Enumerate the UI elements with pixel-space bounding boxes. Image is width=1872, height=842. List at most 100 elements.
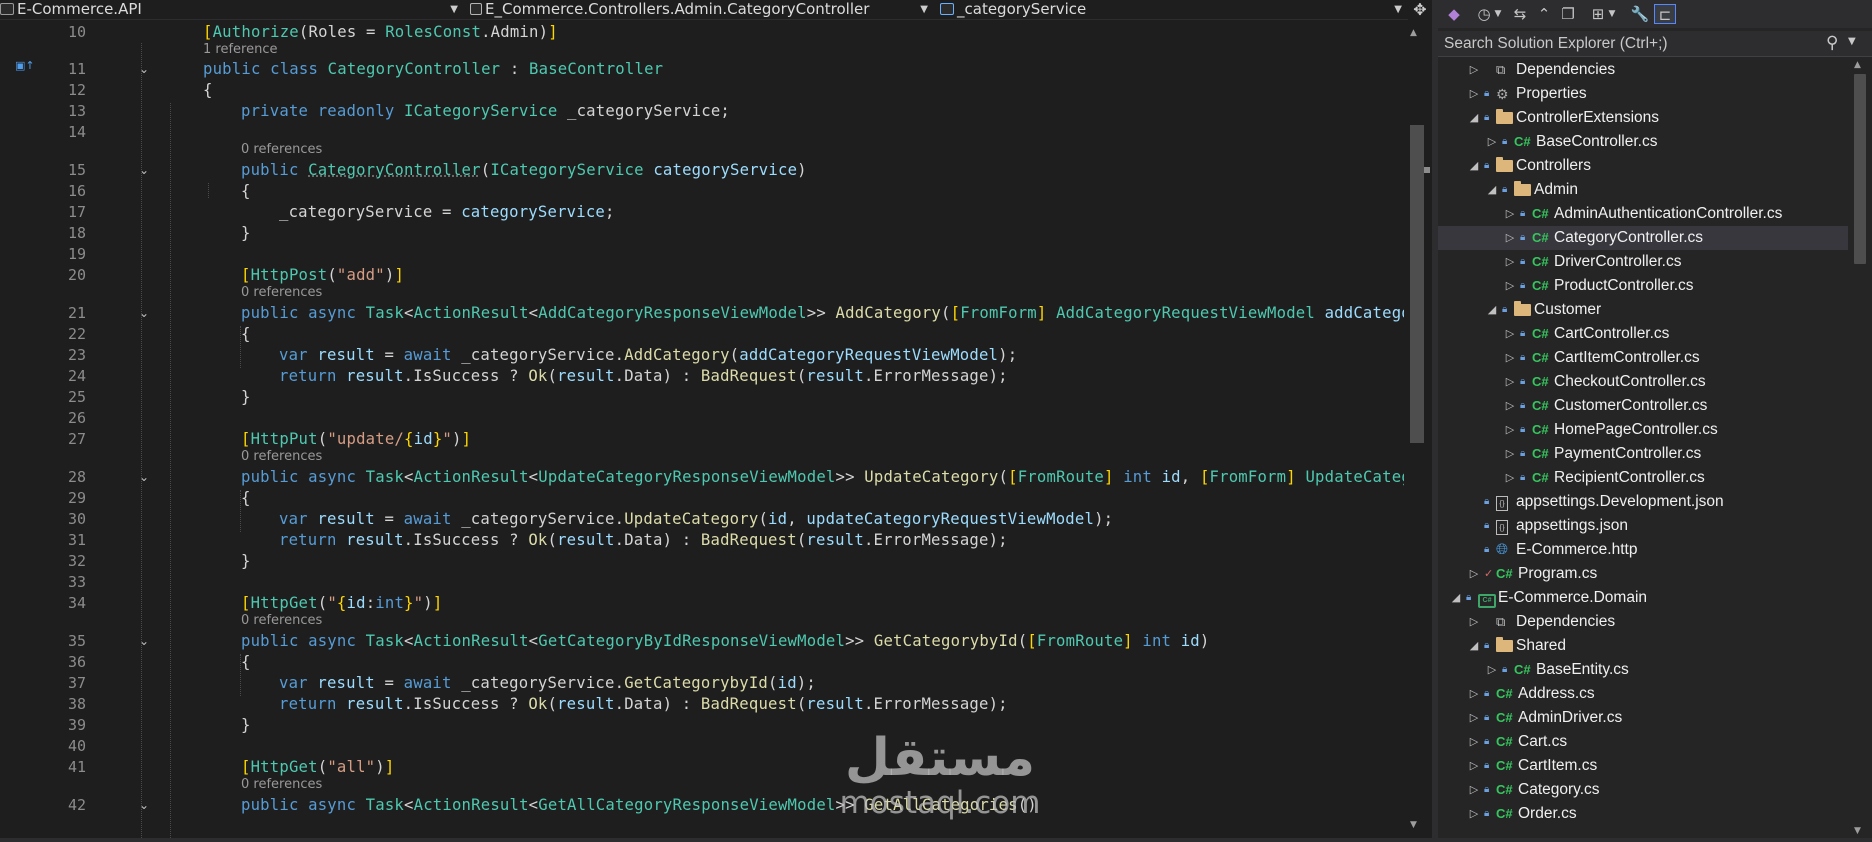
tree-item[interactable]: ◢ 🔒︎ C# E-Commerce.Domain <box>1438 586 1848 610</box>
chevron-down-icon[interactable]: ▼ <box>1848 36 1856 47</box>
tree-item[interactable]: ▷ 🔒︎ C# CartItemController.cs <box>1438 346 1848 370</box>
tree-item[interactable]: ▷ 🔒︎ C# PaymentController.cs <box>1438 442 1848 466</box>
code-line[interactable]: 22 { <box>0 324 1404 345</box>
show-all-files-icon[interactable]: ❐ <box>1558 4 1578 24</box>
scroll-down-icon[interactable]: ▼ <box>1854 826 1861 836</box>
code-line[interactable]: 35 ⌄ public async Task<ActionResult<GetCat… <box>0 631 1404 652</box>
scrollbar-thumb[interactable] <box>1854 74 1866 264</box>
code-line[interactable]: 10 [Authorize(Roles = RolesConst.Admin)] <box>0 23 1404 43</box>
expand-arrow-icon[interactable]: ▷ <box>1504 346 1516 370</box>
expand-arrow-icon[interactable]: ▷ <box>1504 370 1516 394</box>
code-line[interactable]: 13 private readonly ICategoryService _cat… <box>0 101 1404 122</box>
tree-item[interactable]: ▷ 🔒︎ C# ProductController.cs <box>1438 274 1848 298</box>
expand-arrow-icon[interactable]: ▷ <box>1468 82 1480 106</box>
code-line[interactable]: 38 return result.IsSuccess ? Ok(result.Da… <box>0 694 1404 715</box>
preview-selected-items-icon[interactable]: ⊏ <box>1654 4 1676 24</box>
tree-item[interactable]: ▷ 🔒︎ C# Category.cs <box>1438 778 1848 802</box>
code-line[interactable]: 29 { <box>0 488 1404 509</box>
code-line[interactable]: 16 { <box>0 181 1404 202</box>
tree-item[interactable]: ▷ ⧉ Dependencies <box>1438 610 1848 634</box>
code-line[interactable]: 42 ⌄ public async Task<ActionResult<GetAll… <box>0 795 1404 816</box>
code-line[interactable]: 12 { <box>0 80 1404 101</box>
tree-item[interactable]: ◢ 🔒︎ Admin <box>1438 178 1848 202</box>
code-line[interactable]: 31 return result.IsSuccess ? Ok(result.Da… <box>0 530 1404 551</box>
tree-item[interactable]: ▷ ✓ C# Program.cs <box>1438 562 1848 586</box>
expand-arrow-icon[interactable]: ▷ <box>1504 322 1516 346</box>
code-line[interactable]: 26 <box>0 408 1404 429</box>
scroll-up-icon[interactable]: ▲ <box>1410 28 1417 38</box>
expand-arrow-icon[interactable]: ▷ <box>1486 658 1498 682</box>
editor-vertical-scrollbar[interactable]: ▲ ▼ <box>1408 22 1432 842</box>
expand-arrow-icon[interactable]: ▷ <box>1468 706 1480 730</box>
search-icon[interactable]: ⚲ <box>1826 33 1838 53</box>
tree-item[interactable]: ▷ 🔒︎ C# CartItem.cs <box>1438 754 1848 778</box>
tree-item[interactable]: ▷ 🔒︎ C# RecipientController.cs <box>1438 466 1848 490</box>
expand-arrow-icon[interactable]: ▷ <box>1504 394 1516 418</box>
expand-arrow-icon[interactable]: ▷ <box>1504 226 1516 250</box>
properties-wrench-icon[interactable]: 🔧 <box>1630 4 1650 24</box>
vs-switch-views-icon[interactable]: ◆ <box>1444 4 1464 24</box>
code-lens-references[interactable]: 0 references <box>241 142 322 157</box>
expand-arrow-icon[interactable]: ▷ <box>1504 202 1516 226</box>
code-line[interactable]: 36 { <box>0 652 1404 673</box>
chevron-down-icon[interactable]: ▼ <box>1606 4 1618 24</box>
pending-changes-filter-icon[interactable]: ⊞ <box>1588 4 1608 24</box>
expand-arrow-icon[interactable]: ▷ <box>1468 778 1480 802</box>
expand-arrow-icon[interactable]: ▷ <box>1504 274 1516 298</box>
collapse-arrow-icon[interactable]: ◢ <box>1468 154 1480 178</box>
code-line[interactable]: 41 [HttpGet("all")] <box>0 757 1404 778</box>
tree-item[interactable]: ▷ 🔒︎ C# BaseEntity.cs <box>1438 658 1848 682</box>
code-line[interactable]: 19 <box>0 244 1404 265</box>
inheritance-margin-icon[interactable]: ▣↑ <box>15 59 35 72</box>
history-icon[interactable]: ◷ <box>1474 4 1494 24</box>
collapse-arrow-icon[interactable]: ◢ <box>1468 634 1480 658</box>
scroll-up-icon[interactable]: ▲ <box>1854 60 1861 70</box>
collapse-arrow-icon[interactable]: ◢ <box>1486 298 1498 322</box>
solution-explorer-scrollbar[interactable]: ▲ ▼ <box>1848 58 1872 842</box>
code-line[interactable]: 27 [HttpPut("update/{id}")] <box>0 429 1404 450</box>
expand-arrow-icon[interactable]: ▷ <box>1468 730 1480 754</box>
code-line[interactable]: 20 [HttpPost("add")] <box>0 265 1404 286</box>
code-line[interactable]: 39} <box>0 715 1404 736</box>
tree-item[interactable]: ▷ 🔒︎ C# CheckoutController.cs <box>1438 370 1848 394</box>
expand-arrow-icon[interactable]: ▷ <box>1468 802 1480 826</box>
code-lens-references[interactable]: 0 references <box>241 285 322 300</box>
code-line[interactable]: 40 <box>0 736 1404 757</box>
code-line[interactable]: 17 _categoryService = categoryService; <box>0 202 1404 223</box>
tree-item[interactable]: ▷ ⧉ Dependencies <box>1438 58 1848 82</box>
project-dropdown[interactable]: E-Commerce.API ▼ <box>0 0 462 20</box>
split-editor-icon[interactable]: ✥ <box>1408 0 1432 20</box>
solution-explorer-search[interactable]: ⚲ ▼ <box>1438 31 1872 57</box>
collapse-arrow-icon[interactable]: ◢ <box>1486 178 1498 202</box>
member-dropdown[interactable]: _categoryService ▼ <box>940 0 1406 20</box>
code-line[interactable]: 14 <box>0 122 1404 143</box>
collapse-all-icon[interactable]: ⌃ <box>1534 4 1554 24</box>
code-line[interactable]: 33 <box>0 572 1404 593</box>
expand-arrow-icon[interactable]: ▷ <box>1468 562 1480 586</box>
scrollbar-thumb[interactable] <box>1410 125 1424 443</box>
tree-item[interactable]: 🔒︎ {} appsettings.json <box>1438 514 1848 538</box>
code-line[interactable]: 18} <box>0 223 1404 244</box>
code-editor[interactable]: E-Commerce.API ▼ E_Commerce.Controllers.A… <box>0 0 1432 842</box>
code-line[interactable]: 11 ▣↑ ⌄ public class CategoryController : B… <box>0 59 1404 80</box>
search-input[interactable] <box>1444 34 1824 54</box>
expand-arrow-icon[interactable]: ▷ <box>1468 58 1480 82</box>
collapse-arrow-icon[interactable]: ◢ <box>1468 106 1480 130</box>
code-lens-references[interactable]: 0 references <box>241 449 322 464</box>
scroll-down-icon[interactable]: ▼ <box>1410 820 1417 830</box>
code-line[interactable]: 21 ⌄ public async Task<ActionResult<AddCat… <box>0 303 1404 324</box>
expand-arrow-icon[interactable]: ▷ <box>1468 682 1480 706</box>
collapse-arrow-icon[interactable]: ◢ <box>1450 586 1462 610</box>
tree-item[interactable]: ▷ 🔒︎ C# CartController.cs <box>1438 322 1848 346</box>
code-line[interactable]: 24 return result.IsSuccess ? Ok(result.Da… <box>0 366 1404 387</box>
tree-item[interactable]: ▷ 🔒︎ C# HomePageController.cs <box>1438 418 1848 442</box>
expand-arrow-icon[interactable]: ▷ <box>1504 442 1516 466</box>
tree-item[interactable]: ◢ 🔒︎ Controllers <box>1438 154 1848 178</box>
code-line[interactable]: 25} <box>0 387 1404 408</box>
code-line[interactable]: 23 var result = await _categoryService.Ad… <box>0 345 1404 366</box>
tree-item[interactable]: 🔒︎ {} appsettings.Development.json <box>1438 490 1848 514</box>
code-area[interactable]: 10 [Authorize(Roles = RolesConst.Admin)] 1… <box>0 23 1404 842</box>
tree-item[interactable]: ▷ 🔒︎ C# Order.cs <box>1438 802 1848 826</box>
tree-item[interactable]: ▷ 🔒︎ C# CategoryController.cs <box>1438 226 1848 250</box>
code-lens-references[interactable]: 0 references <box>241 613 322 628</box>
